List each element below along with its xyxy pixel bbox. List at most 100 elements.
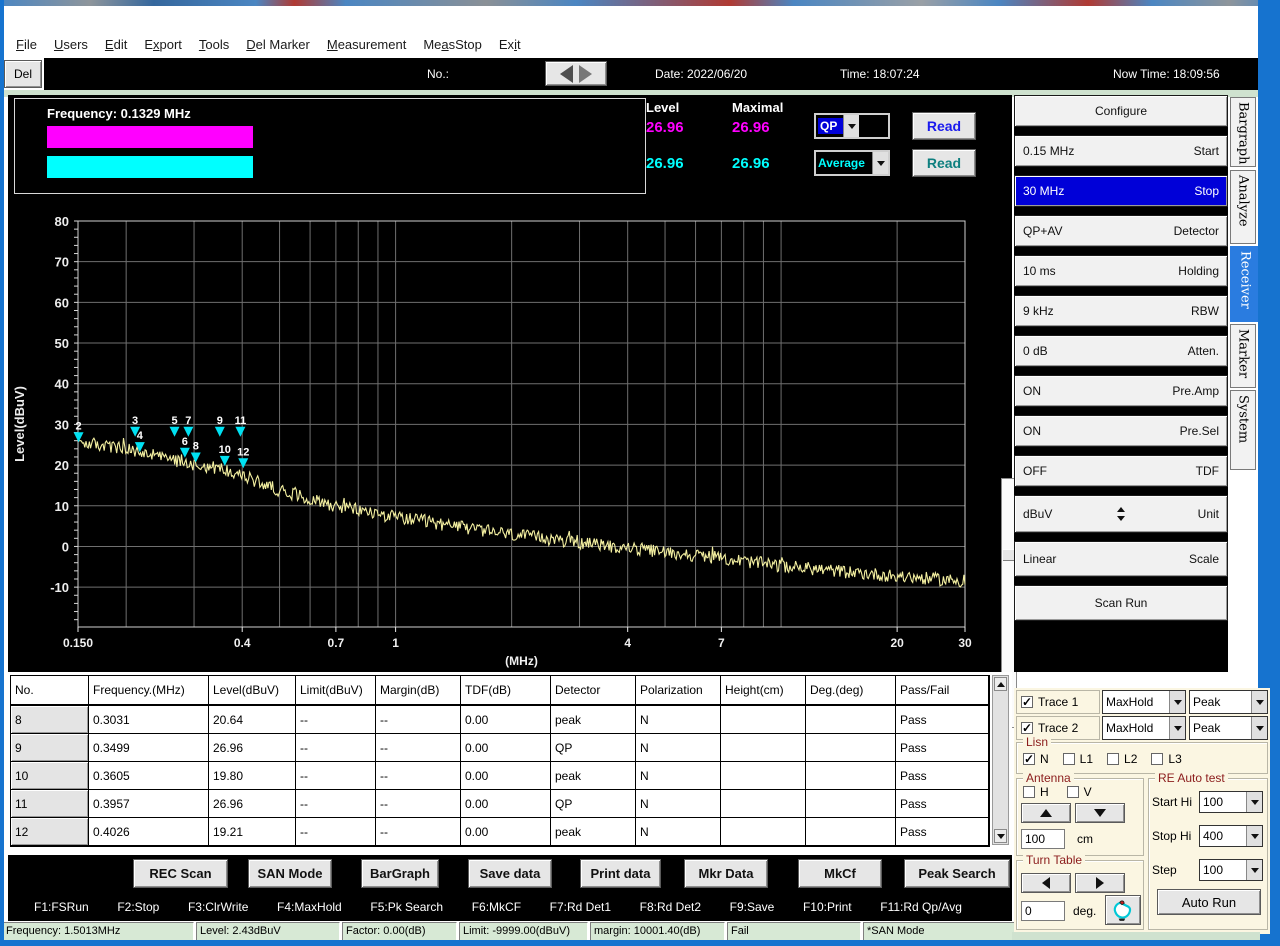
- read-detector2-button[interactable]: Read: [912, 149, 976, 177]
- bargraph-button[interactable]: BarGraph: [361, 859, 439, 888]
- tab-system[interactable]: System: [1230, 390, 1256, 470]
- dropdown-arrow-icon[interactable]: [843, 115, 859, 137]
- row-number-cell[interactable]: 12: [11, 818, 89, 846]
- sidebar-button-pre-sel[interactable]: ONPre.Sel: [1014, 415, 1228, 447]
- rec-scan-button[interactable]: REC Scan: [133, 859, 228, 888]
- tab-receiver[interactable]: Receiver: [1230, 246, 1260, 322]
- lisn-l2-checkbox[interactable]: [1107, 753, 1119, 765]
- sidebar-button-start[interactable]: 0.15 MHzStart: [1014, 135, 1228, 167]
- sidebar-button-tdf[interactable]: OFFTDF: [1014, 455, 1228, 487]
- step-label: Step: [1152, 863, 1177, 877]
- start-height-select[interactable]: 100: [1199, 791, 1263, 813]
- tab-bargraph[interactable]: Bargraph: [1230, 97, 1256, 167]
- trace-1-checkbox[interactable]: ✓: [1021, 696, 1033, 708]
- unit-spinner[interactable]: [1117, 507, 1125, 521]
- read-detector1-button[interactable]: Read: [912, 112, 976, 140]
- lisn-l3-checkbox[interactable]: [1151, 753, 1163, 765]
- trace-1-toggle[interactable]: ✓Trace 1: [1016, 690, 1100, 714]
- lisn-option-l1[interactable]: L1: [1063, 752, 1093, 766]
- antenna-height-input[interactable]: [1021, 829, 1065, 849]
- menu-item-del-marker[interactable]: Del Marker: [246, 37, 310, 52]
- row-number-cell[interactable]: 10: [11, 762, 89, 790]
- print-data-button[interactable]: Print data: [580, 859, 661, 888]
- peak-search-button[interactable]: Peak Search: [904, 859, 1010, 888]
- sidebar-button-stop[interactable]: 30 MHzStop: [1014, 175, 1228, 207]
- trace-1-mode-select[interactable]: MaxHold: [1102, 690, 1186, 714]
- manual-rotate-button[interactable]: [1105, 895, 1141, 925]
- turntable-angle-input[interactable]: [1021, 901, 1065, 921]
- sidebar-button-scale[interactable]: LinearScale: [1014, 541, 1228, 577]
- menu-item-measurement[interactable]: Measurement: [327, 37, 407, 52]
- spinner-up-icon[interactable]: [1117, 507, 1125, 512]
- row-number-cell[interactable]: 8: [11, 706, 89, 734]
- record-nav-buttons[interactable]: [545, 61, 607, 86]
- detector1-select[interactable]: QP: [814, 113, 890, 139]
- san-mode-button[interactable]: SAN Mode: [248, 859, 332, 888]
- menu-item-users[interactable]: Users: [54, 37, 88, 52]
- scroll-up-icon[interactable]: [994, 677, 1007, 691]
- lisn-n-checkbox[interactable]: ✓: [1023, 753, 1035, 765]
- trace-2-checkbox[interactable]: ✓: [1021, 722, 1033, 734]
- antenna-up-button[interactable]: [1021, 803, 1071, 823]
- sidebar-button-rbw[interactable]: 9 kHzRBW: [1014, 295, 1228, 327]
- spinner-down-icon[interactable]: [1117, 516, 1125, 521]
- sidebar-button-unit[interactable]: dBuVUnit: [1014, 495, 1228, 533]
- menu-item-exit[interactable]: Exit: [499, 37, 521, 52]
- lisn-l1-checkbox[interactable]: [1063, 753, 1075, 765]
- table-cell: 0.00: [461, 762, 551, 790]
- tab-analyze[interactable]: Analyze: [1230, 170, 1256, 244]
- prev-record-icon[interactable]: [560, 65, 573, 83]
- save-data-button[interactable]: Save data: [468, 859, 552, 888]
- trace-1-detector-select[interactable]: Peak: [1189, 690, 1268, 714]
- table-scrollbar[interactable]: [992, 675, 1009, 845]
- auto-run-button[interactable]: Auto Run: [1157, 889, 1261, 915]
- scroll-down-icon[interactable]: [994, 829, 1007, 843]
- tab-marker[interactable]: Marker: [1230, 324, 1256, 388]
- dropdown-arrow-icon[interactable]: [1246, 860, 1262, 880]
- sidebar-button-holding[interactable]: 10 msHolding: [1014, 255, 1228, 287]
- menu-item-export[interactable]: Export: [144, 37, 182, 52]
- mkr-data-button[interactable]: Mkr Data: [684, 859, 768, 888]
- dropdown-arrow-icon[interactable]: [1246, 792, 1262, 812]
- menu-item-file[interactable]: File: [16, 37, 37, 52]
- turntable-right-button[interactable]: [1075, 873, 1125, 893]
- fkey-f2: F2:Stop: [117, 900, 159, 914]
- antenna-h-toggle[interactable]: H: [1023, 785, 1049, 799]
- lisn-option-l2[interactable]: L2: [1107, 752, 1137, 766]
- antenna-v-toggle[interactable]: V: [1067, 785, 1092, 799]
- row-number-cell[interactable]: 9: [11, 734, 89, 762]
- lisn-option-l3[interactable]: L3: [1151, 752, 1181, 766]
- status-segment-fail: Fail: [727, 922, 861, 942]
- antenna-h-checkbox[interactable]: [1023, 786, 1035, 798]
- menu-item-edit[interactable]: Edit: [105, 37, 127, 52]
- antenna-v-checkbox[interactable]: [1067, 786, 1079, 798]
- detector2-select[interactable]: Average: [814, 150, 890, 176]
- dropdown-arrow-icon[interactable]: [1251, 691, 1267, 713]
- y-tick-label: 30: [55, 417, 69, 432]
- menu-item-tools[interactable]: Tools: [199, 37, 229, 52]
- trace-2-mode-select[interactable]: MaxHold: [1102, 716, 1186, 740]
- dropdown-arrow-icon[interactable]: [1169, 717, 1185, 739]
- dropdown-arrow-icon[interactable]: [1246, 826, 1262, 846]
- mkcf-button[interactable]: MkCf: [798, 859, 882, 888]
- sidebar-button-detector[interactable]: QP+AVDetector: [1014, 215, 1228, 247]
- time-label: Time: 18:07:24: [840, 67, 920, 81]
- sidebar-button-configure[interactable]: Configure: [1014, 95, 1228, 127]
- dropdown-arrow-icon[interactable]: [1251, 717, 1267, 739]
- turntable-left-button[interactable]: [1021, 873, 1071, 893]
- menu-item-measstop[interactable]: MeasStop: [423, 37, 482, 52]
- dropdown-arrow-icon[interactable]: [1169, 691, 1185, 713]
- trace-2-detector-select[interactable]: Peak: [1189, 716, 1268, 740]
- stop-height-select[interactable]: 400: [1199, 825, 1263, 847]
- antenna-down-button[interactable]: [1075, 803, 1125, 823]
- dropdown-arrow-icon[interactable]: [872, 152, 888, 174]
- sidebar-button-scan-run[interactable]: Scan Run: [1014, 585, 1228, 621]
- del-button[interactable]: Del: [4, 60, 42, 88]
- lisn-option-n[interactable]: ✓N: [1023, 752, 1049, 766]
- sidebar-button-pre-amp[interactable]: ONPre.Amp: [1014, 375, 1228, 407]
- row-number-cell[interactable]: 11: [11, 790, 89, 818]
- sidebar-button-atten[interactable]: 0 dBAtten.: [1014, 335, 1228, 367]
- sidebar-value: 0 dB: [1023, 344, 1048, 358]
- next-record-icon[interactable]: [579, 65, 592, 83]
- step-select[interactable]: 100: [1199, 859, 1263, 881]
